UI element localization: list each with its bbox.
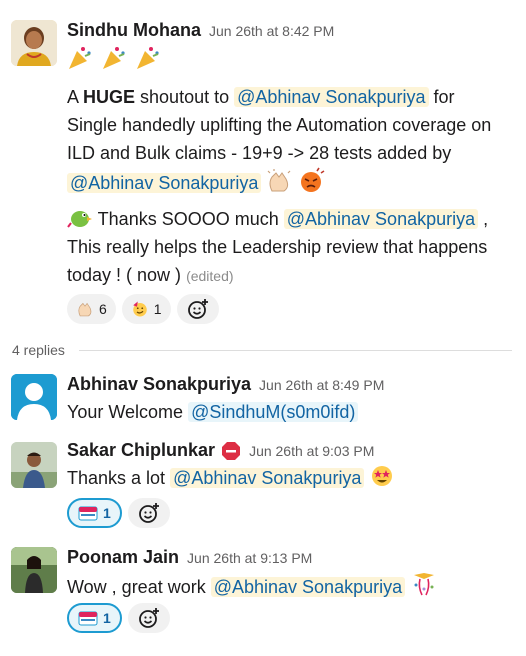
- timestamp[interactable]: Jun 26th at 9:03 PM: [249, 443, 374, 459]
- replies-count: 4 replies: [12, 342, 65, 358]
- party-popper-emojis: [67, 45, 163, 79]
- mention-link[interactable]: @Abhinav Sonakpuriya: [210, 577, 406, 597]
- message-line-6: This really helps the Leadership review …: [67, 237, 488, 257]
- cake-emoji-icon: [78, 611, 98, 626]
- reaction-count: 1: [153, 301, 162, 317]
- message-header: Sakar Chiplunkar Jun 26th at 9:03 PM: [67, 440, 374, 461]
- clap-emoji-icon: [78, 302, 92, 317]
- message-line-2: Single handedly uplifting the Automation…: [67, 115, 492, 135]
- avatar-sindhu[interactable]: [11, 20, 57, 66]
- message-header: Sindhu Mohana Jun 26th at 8:42 PM: [67, 20, 334, 41]
- bold-text: HUGE: [83, 87, 136, 107]
- reaction-count: 1: [103, 610, 111, 626]
- reply-text: Thanks a lot @Abhinav Sonakpuriya: [67, 464, 395, 492]
- reactions-bar: 6 1: [67, 294, 219, 324]
- add-reaction-button[interactable]: [127, 498, 170, 528]
- replies-divider: 4 replies: [12, 342, 512, 358]
- timestamp[interactable]: Jun 26th at 8:49 PM: [259, 377, 384, 393]
- party-popper-icon: [69, 47, 159, 69]
- stop-sign-status-icon[interactable]: [221, 441, 241, 461]
- reactions-bar: 1: [67, 603, 170, 633]
- mention-link[interactable]: @Abhinav Sonakpuriya: [67, 173, 262, 193]
- reaction-cake[interactable]: 1: [67, 603, 122, 633]
- message-line-7: today ! ( now ) (edited): [67, 265, 234, 285]
- clap-icon: [267, 169, 291, 192]
- reaction-cake[interactable]: 1: [67, 498, 122, 528]
- reply-message: Poonam Jain Jun 26th at 9:13 PM Wow , gr…: [0, 545, 526, 645]
- cake-emoji-icon: [78, 506, 98, 521]
- reaction-count: 6: [99, 301, 107, 317]
- message-line-5: Thanks SOOOO much @Abhinav Sonakpuriya ,: [67, 205, 488, 233]
- parent-message: Sindhu Mohana Jun 26th at 8:42 PM A HUGE…: [0, 0, 526, 330]
- reply-message: Sakar Chiplunkar Jun 26th at 9:03 PM Tha…: [0, 438, 526, 538]
- confetti-ball-icon: [414, 573, 435, 596]
- reply-text: Your Welcome @SindhuM(s0m0ifd): [67, 398, 359, 426]
- reaction-party-face[interactable]: 1: [121, 294, 171, 324]
- mention-link[interactable]: @Abhinav Sonakpuriya: [234, 87, 429, 107]
- rage-face-icon: [301, 167, 325, 192]
- message-line-4: @Abhinav Sonakpuriya: [67, 167, 325, 197]
- add-reaction-button[interactable]: [127, 603, 170, 633]
- reply-text: Wow , great work @Abhinav Sonakpuriya: [67, 571, 438, 601]
- avatar-poonam[interactable]: [11, 547, 57, 593]
- message-header: Poonam Jain Jun 26th at 9:13 PM: [67, 547, 312, 568]
- author-name[interactable]: Sakar Chiplunkar: [67, 440, 215, 461]
- author-name[interactable]: Abhinav Sonakpuriya: [67, 374, 251, 395]
- party-face-emoji-icon: [133, 301, 147, 317]
- reaction-clap[interactable]: 6: [67, 294, 116, 324]
- mention-link[interactable]: @Abhinav Sonakpuriya: [283, 209, 479, 229]
- parrot-emoji-icon: [67, 211, 92, 228]
- edited-label: (edited): [186, 268, 234, 284]
- reply-message: Abhinav Sonakpuriya Jun 26th at 8:49 PM …: [0, 370, 526, 430]
- star-struck-icon: [372, 466, 393, 486]
- add-reaction-button[interactable]: [176, 294, 219, 324]
- mention-link[interactable]: @SindhuM(s0m0ifd): [188, 402, 359, 422]
- add-emoji-icon: [187, 299, 208, 319]
- message-header: Abhinav Sonakpuriya Jun 26th at 8:49 PM: [67, 374, 384, 395]
- author-name[interactable]: Sindhu Mohana: [67, 20, 201, 41]
- avatar-abhinav[interactable]: [11, 374, 57, 420]
- timestamp[interactable]: Jun 26th at 9:13 PM: [187, 550, 312, 566]
- message-line-3: ILD and Bulk claims - 19+9 -> 28 tests a…: [67, 143, 452, 163]
- reaction-count: 1: [103, 505, 111, 521]
- add-emoji-icon: [138, 503, 159, 523]
- message-line-1: A HUGE shoutout to @Abhinav Sonakpuriya …: [67, 87, 455, 107]
- mention-link[interactable]: @Abhinav Sonakpuriya: [170, 468, 365, 488]
- divider-line: [78, 349, 512, 351]
- author-name[interactable]: Poonam Jain: [67, 547, 179, 568]
- add-emoji-icon: [138, 608, 159, 628]
- avatar-sakar[interactable]: [11, 442, 57, 488]
- reactions-bar: 1: [67, 498, 170, 528]
- timestamp[interactable]: Jun 26th at 8:42 PM: [209, 23, 334, 39]
